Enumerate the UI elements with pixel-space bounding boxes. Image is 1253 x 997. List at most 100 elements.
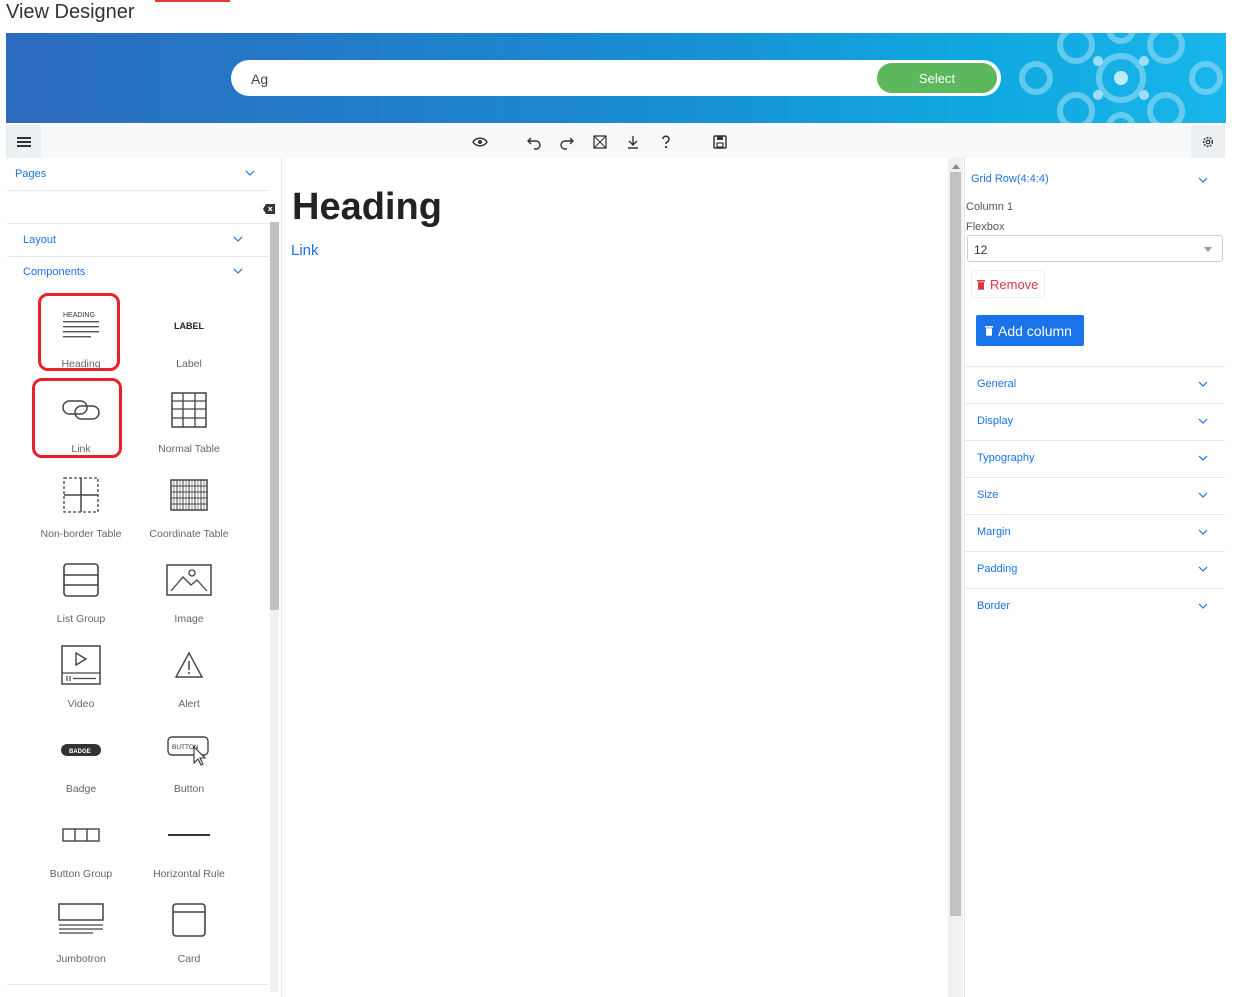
- fullscreen-icon[interactable]: [592, 134, 608, 150]
- gear-icon: [1202, 136, 1214, 147]
- flexbox-value: 12: [974, 243, 988, 257]
- properties-panel: Grid Row(4:4:4) Column 1 Flexbox 12 Remo…: [964, 158, 1226, 997]
- components-accordion[interactable]: Components: [7, 256, 269, 288]
- grid-row-accordion[interactable]: Grid Row(4:4:4): [965, 164, 1225, 194]
- image-icon: [166, 564, 212, 596]
- component-badge[interactable]: BADGE Badge: [31, 725, 131, 805]
- section-typography[interactable]: Typography: [965, 440, 1225, 478]
- trash-icon: [985, 326, 993, 336]
- component-button-group[interactable]: Button Group: [31, 810, 131, 890]
- search-bar: Select: [231, 60, 1001, 96]
- component-label: Alert: [178, 698, 200, 710]
- redo-icon[interactable]: [559, 134, 575, 150]
- component-link[interactable]: Link: [31, 385, 131, 465]
- component-alert[interactable]: Alert: [139, 640, 239, 720]
- horizontal-rule-icon: [168, 834, 210, 836]
- section-display[interactable]: Display: [965, 403, 1225, 441]
- chevron-down-icon: [1198, 418, 1208, 424]
- component-video[interactable]: Video: [31, 640, 131, 720]
- component-coordinate-table[interactable]: Coordinate Table: [139, 470, 239, 550]
- component-label: Badge: [65, 783, 97, 795]
- heading-icon: HEADING: [63, 312, 99, 338]
- chevron-down-icon: [1198, 177, 1208, 183]
- component-label: Heading: [61, 358, 101, 370]
- chevron-down-icon: [233, 268, 243, 274]
- caret-down-icon: [1204, 247, 1212, 252]
- flexbox-label: Flexbox: [966, 221, 1005, 233]
- badge-icon: BADGE: [61, 744, 101, 756]
- component-label: Normal Table: [158, 443, 220, 455]
- section-size[interactable]: Size: [965, 477, 1225, 515]
- search-input[interactable]: [249, 68, 853, 90]
- help-icon[interactable]: [658, 134, 674, 150]
- flexbox-select[interactable]: 12: [967, 235, 1223, 262]
- component-label-item[interactable]: LABEL Label: [139, 300, 239, 380]
- component-normal-table[interactable]: Normal Table: [139, 385, 239, 465]
- component-list-group[interactable]: List Group: [31, 555, 131, 635]
- chevron-down-icon: [1198, 455, 1208, 461]
- sidebar-scrollbar[interactable]: [270, 222, 279, 610]
- video-icon: [61, 645, 101, 685]
- card-icon: [172, 903, 206, 937]
- select-button[interactable]: Select: [877, 63, 997, 93]
- section-label: Display: [977, 415, 1014, 427]
- clear-backspace-icon[interactable]: [263, 204, 275, 214]
- chevron-down-icon: [1198, 381, 1208, 387]
- svg-text:BADGE: BADGE: [69, 749, 91, 755]
- component-label: Label: [176, 358, 202, 370]
- button-group-icon: [62, 828, 100, 842]
- grid-row-label: Grid Row(4:4:4): [971, 173, 1049, 185]
- scroll-up-arrow-icon[interactable]: [952, 163, 960, 169]
- layout-accordion[interactable]: Layout: [7, 223, 269, 257]
- chevron-down-icon: [1198, 492, 1208, 498]
- component-non-border-table[interactable]: Non-border Table: [31, 470, 131, 550]
- component-horizontal-rule[interactable]: Horizontal Rule: [139, 810, 239, 890]
- component-jumbotron[interactable]: Jumbotron: [31, 895, 131, 975]
- section-label: Border: [977, 600, 1011, 612]
- section-padding[interactable]: Padding: [965, 551, 1225, 589]
- component-image[interactable]: Image: [139, 555, 239, 635]
- coordinate-table-icon: [170, 479, 208, 511]
- chevron-down-icon: [245, 170, 255, 176]
- section-label: Size: [977, 489, 999, 501]
- component-label: Button: [173, 783, 205, 795]
- search-banner: Select: [6, 33, 1226, 123]
- section-general[interactable]: General: [965, 366, 1225, 404]
- component-button[interactable]: BUTTON Button: [139, 725, 239, 805]
- undo-icon[interactable]: [526, 134, 542, 150]
- label-icon: LABEL: [174, 321, 204, 331]
- components-label: Components: [23, 266, 86, 278]
- svg-text:LABEL: LABEL: [174, 321, 204, 331]
- canvas-scrollbar[interactable]: [950, 172, 961, 916]
- section-border[interactable]: Border: [965, 588, 1225, 626]
- component-label: Button Group: [49, 868, 113, 880]
- design-canvas[interactable]: Heading Link: [282, 158, 948, 997]
- download-icon[interactable]: [625, 134, 641, 150]
- remove-button[interactable]: Remove: [971, 270, 1045, 298]
- chevron-down-icon: [1198, 529, 1208, 535]
- link-icon: [62, 400, 100, 420]
- component-sidebar: Pages Layout Components HEADING Heading …: [7, 158, 282, 997]
- trash-icon: [977, 279, 985, 290]
- button-icon: BUTTON: [167, 736, 209, 766]
- section-label: Margin: [977, 526, 1011, 538]
- component-label: Non-border Table: [40, 528, 122, 540]
- component-heading[interactable]: HEADING Heading: [31, 300, 131, 380]
- preview-eye-icon[interactable]: [472, 134, 488, 150]
- settings-button[interactable]: [1191, 125, 1225, 158]
- add-column-button[interactable]: Add column: [976, 315, 1084, 346]
- layout-label: Layout: [23, 234, 57, 246]
- component-card[interactable]: Card: [139, 895, 239, 975]
- chevron-down-icon: [233, 236, 243, 242]
- save-icon[interactable]: [712, 134, 728, 150]
- pages-accordion[interactable]: Pages: [7, 158, 269, 191]
- canvas-heading[interactable]: Heading: [292, 186, 442, 229]
- menu-button[interactable]: [6, 125, 41, 158]
- section-margin[interactable]: Margin: [965, 514, 1225, 552]
- divider: [7, 984, 269, 985]
- canvas-link[interactable]: Link: [291, 242, 319, 259]
- title-accent-mark: [155, 0, 230, 2]
- non-border-table-icon: [63, 477, 99, 513]
- svg-text:HEADING: HEADING: [63, 312, 95, 319]
- decorative-pattern: [1019, 33, 1223, 123]
